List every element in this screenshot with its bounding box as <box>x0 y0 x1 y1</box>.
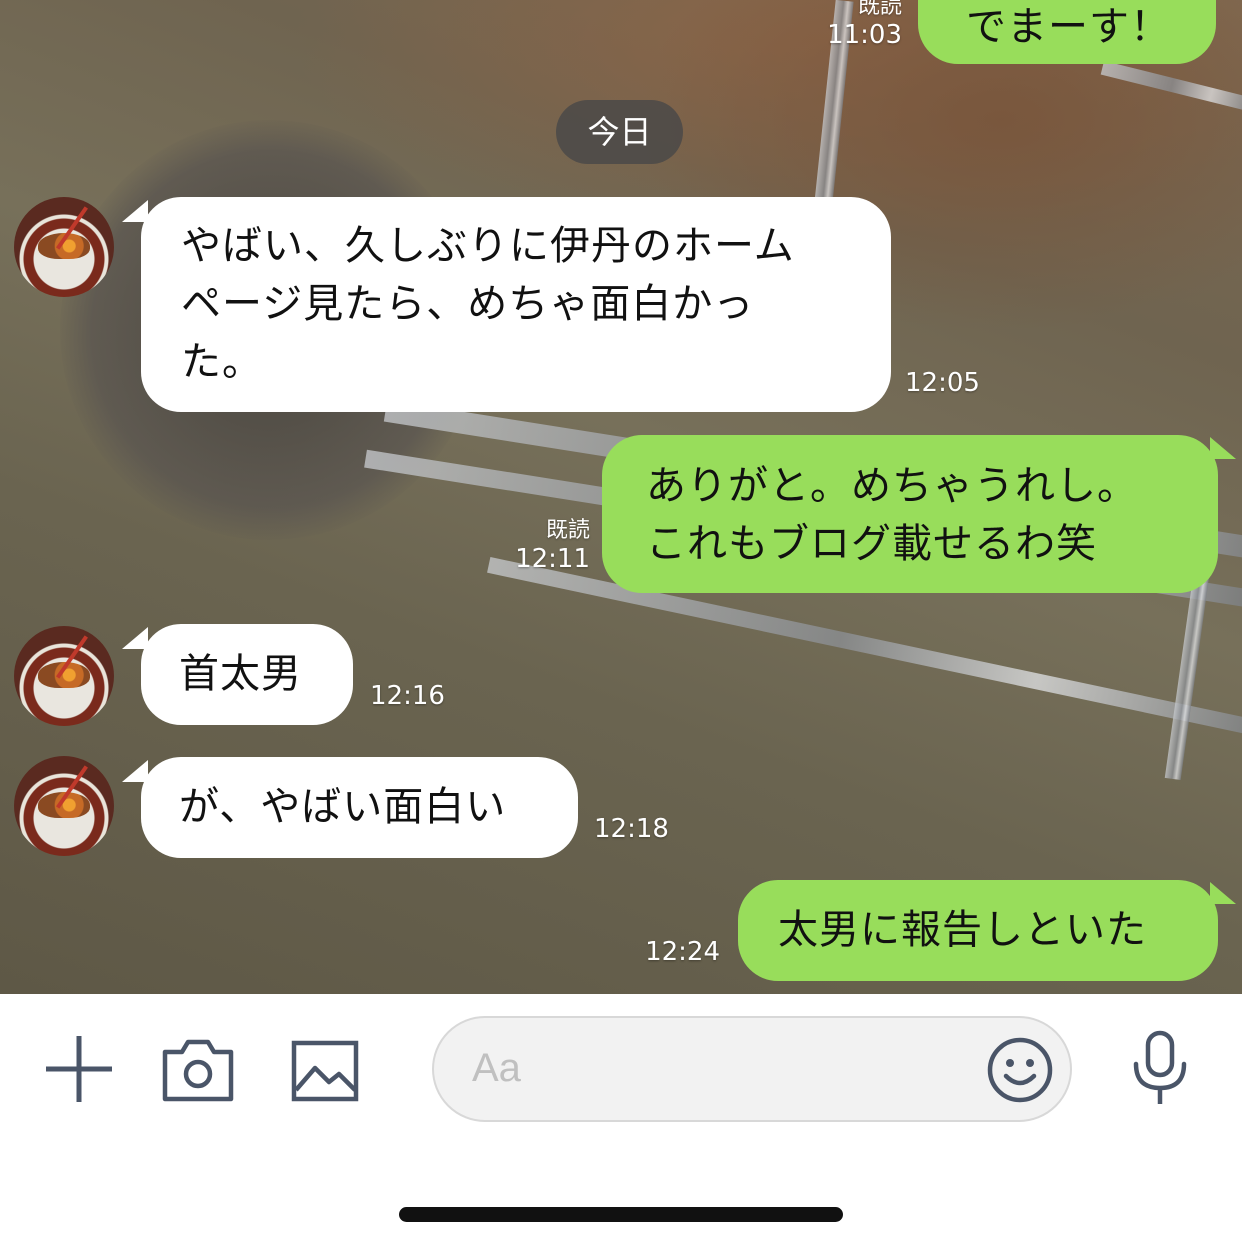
message-time: 11:03 <box>827 20 902 50</box>
message-input-placeholder: Aa <box>472 1046 521 1090</box>
avatar[interactable] <box>14 197 114 297</box>
chat-area[interactable]: 既読 11:03 でまーす！ 今日 やばい、久しぶりに伊丹のホーム ページ見たら… <box>0 0 1242 994</box>
incoming-message-bubble[interactable]: が、やばい面白い <box>141 757 578 858</box>
outgoing-message-bubble[interactable]: でまーす！ <box>918 0 1216 64</box>
image-icon[interactable] <box>291 1040 359 1102</box>
message-time: 12:11 <box>515 544 590 574</box>
message-meta: 既読 12:11 <box>514 518 590 574</box>
incoming-message-bubble[interactable]: 首太男 <box>141 624 353 725</box>
microphone-icon[interactable] <box>1130 1030 1190 1106</box>
wallpaper-rail <box>1100 60 1242 114</box>
message-line: これもブログ載せるわ笑 <box>646 521 1097 567</box>
emoji-icon[interactable] <box>986 1036 1054 1104</box>
message-meta: 12:05 <box>905 368 985 398</box>
message-text: 太男に報告しといた <box>778 907 1147 953</box>
home-indicator[interactable] <box>399 1207 843 1222</box>
message-line: ページ見たら、めちゃ面白かっ <box>181 281 755 327</box>
camera-icon[interactable] <box>162 1038 234 1102</box>
date-separator: 今日 <box>556 100 683 164</box>
avatar[interactable] <box>14 626 114 726</box>
outgoing-message-bubble[interactable]: 太男に報告しといた <box>738 880 1218 981</box>
message-meta: 12:16 <box>370 681 450 711</box>
message-time: 12:16 <box>370 681 445 711</box>
message-text: が、やばい面白い <box>179 784 507 830</box>
message-input[interactable] <box>432 1016 1072 1122</box>
read-receipt: 既読 <box>857 0 902 19</box>
avatar[interactable] <box>14 756 114 856</box>
plus-icon[interactable] <box>44 1034 114 1104</box>
message-time: 12:18 <box>594 814 669 844</box>
message-meta: 12:18 <box>594 814 674 844</box>
message-line: ありがと。めちゃうれし。 <box>646 463 1138 509</box>
message-text: 首太男 <box>179 651 302 697</box>
message-text: でまーす！ <box>966 4 1171 50</box>
bubble-tail <box>1210 882 1236 904</box>
message-meta: 12:24 <box>640 937 720 967</box>
incoming-message-bubble[interactable]: やばい、久しぶりに伊丹のホーム ページ見たら、めちゃ面白かっ た。 <box>141 197 891 412</box>
message-time: 12:05 <box>905 368 980 398</box>
message-time: 12:24 <box>645 937 720 967</box>
message-line: やばい、久しぶりに伊丹のホーム <box>181 223 795 269</box>
read-receipt: 既読 <box>545 518 590 543</box>
outgoing-message-bubble[interactable]: ありがと。めちゃうれし。 これもブログ載せるわ笑 <box>602 435 1218 593</box>
message-meta: 既読 11:03 <box>822 0 902 50</box>
bubble-tail <box>1210 437 1236 459</box>
message-line: た。 <box>181 339 263 385</box>
